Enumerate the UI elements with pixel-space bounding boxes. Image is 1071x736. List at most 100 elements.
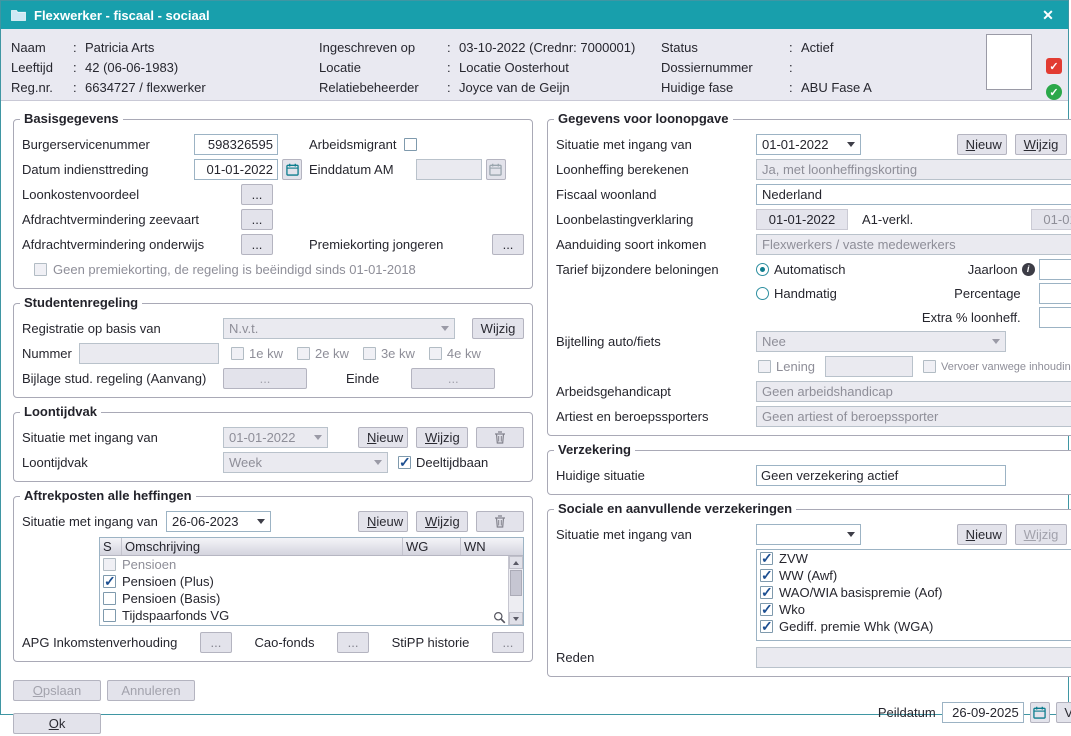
list-item-checkbox[interactable] (760, 569, 773, 582)
arbeidsgehandicapt-select[interactable]: Geen arbeidshandicap (756, 381, 1071, 402)
registratie-wijzig-button[interactable]: Wijzig (472, 318, 524, 339)
aftrek-nieuw-button[interactable]: Nieuw (358, 511, 408, 532)
header-cell-s: S (100, 538, 122, 555)
aftrek-row[interactable]: Pensioen (Plus) (100, 573, 523, 590)
aftrek-row-checkbox[interactable] (103, 575, 116, 588)
group-title-loontijdvak: Loontijdvak (20, 404, 101, 419)
info-label-regnr: Reg.nr. (11, 80, 73, 95)
extra-loonheffing-input[interactable] (1039, 307, 1071, 328)
soort-inkomen-select[interactable]: Flexwerkers / vaste medewerkers (756, 234, 1071, 255)
aftrek-wijzig-button[interactable]: Wijzig (416, 511, 468, 532)
aftrek-row[interactable]: Pensioen (Basis) (100, 590, 523, 607)
loontijdvak-delete-button[interactable] (476, 427, 524, 448)
aftrek-row[interactable]: Tijdspaarfonds VG (100, 607, 523, 624)
artiest-select[interactable]: Geen artiest of beroepssporter (756, 406, 1071, 427)
list-item-checkbox[interactable] (760, 603, 773, 616)
search-icon[interactable] (493, 611, 506, 624)
list-item-checkbox[interactable] (760, 586, 773, 599)
sociale-nieuw-button[interactable]: Nieuw (957, 524, 1007, 545)
loontijdvak-situatie-select[interactable]: 01-01-2022 (223, 427, 328, 448)
loonkostenvoordeel-button[interactable]: ... (241, 184, 273, 205)
loonheffing-label: Loonheffing berekenen (556, 162, 756, 177)
aftrek-row-checkbox[interactable] (103, 592, 116, 605)
datum-indiensttreding-input[interactable] (194, 159, 278, 180)
info-icon[interactable] (1022, 263, 1035, 276)
list-item[interactable]: Gediff. premie Whk (WGA) (757, 618, 1071, 635)
opslaan-button[interactable]: Opslaan (13, 680, 101, 701)
loontijdvak-wijzig-button[interactable]: Wijzig (416, 427, 468, 448)
automatisch-radio[interactable] (756, 263, 769, 276)
registratie-label: Registratie op basis van (22, 321, 223, 336)
percentage-input[interactable] (1039, 283, 1071, 304)
loonopgave-wijzig-button[interactable]: Wijzig (1015, 134, 1067, 155)
loonbelastingverklaring-field[interactable]: 01-01-2022 (756, 209, 848, 230)
stipp-historie-button[interactable]: ... (492, 632, 524, 653)
info-value-naam: Patricia Arts (85, 40, 154, 55)
vertical-scrollbar[interactable] (508, 556, 523, 625)
info-label-naam: Naam (11, 40, 73, 55)
loontijdvak-nieuw-button[interactable]: Nieuw (358, 427, 408, 448)
tarief-label: Tarief bijzondere beloningen (556, 262, 756, 277)
aftrek-row[interactable]: Pensioen (100, 556, 523, 573)
aftrek-situatie-select[interactable]: 26-06-2023 (166, 511, 271, 532)
loonopgave-nieuw-button[interactable]: Nieuw (957, 134, 1007, 155)
info-value-locatie: Locatie Oosterhout (459, 60, 569, 75)
close-button[interactable]: ✕ (1038, 7, 1058, 24)
bijtelling-select[interactable]: Nee (756, 331, 1006, 352)
deeltijdbaan-checkbox[interactable] (398, 456, 411, 469)
einddatum-am-label: Einddatum AM (309, 162, 394, 177)
handmatig-radio[interactable] (756, 287, 769, 300)
group-title-sociale-verzekeringen: Sociale en aanvullende verzekeringen (554, 501, 796, 516)
verversen-button[interactable]: Verversen (1056, 702, 1071, 723)
sociale-wijzig-button[interactable]: Wijzig (1015, 524, 1067, 545)
peildatum-calendar-button[interactable] (1030, 702, 1050, 723)
list-item-checkbox[interactable] (760, 620, 773, 633)
percentage-label: Percentage (954, 286, 1021, 301)
list-item[interactable]: Wko (757, 601, 1071, 618)
arbeidsmigrant-checkbox[interactable] (404, 138, 417, 151)
annuleren-button[interactable]: Annuleren (107, 680, 195, 701)
bsn-input[interactable] (194, 134, 278, 155)
scroll-up-button[interactable] (509, 556, 523, 569)
folder-icon (11, 9, 26, 21)
stipp-historie-label: StiPP historie (392, 635, 470, 650)
afdrachtvermindering-onderwijs-button[interactable]: ... (241, 234, 273, 255)
loonbelastingverklaring-label: Loonbelastingverklaring (556, 212, 756, 227)
datum-indiensttreding-calendar-button[interactable] (282, 159, 302, 180)
apg-label: APG Inkomstenverhouding (22, 635, 177, 650)
fiscaal-woonland-select[interactable]: Nederland (756, 184, 1071, 205)
registratie-select[interactable]: N.v.t. (223, 318, 455, 339)
info-label-leeftijd: Leeftijd (11, 60, 73, 75)
bijlage-aanvang-label: Bijlage stud. regeling (Aanvang) (22, 371, 223, 386)
scroll-thumb[interactable] (510, 570, 522, 596)
aftrek-row-label: Pensioen (Basis) (122, 591, 220, 606)
aftrek-row-checkbox[interactable] (103, 558, 116, 571)
cao-fonds-button[interactable]: ... (337, 632, 369, 653)
arbeidsmigrant-label: Arbeidsmigrant (309, 137, 396, 152)
premiekorting-jongeren-button[interactable]: ... (492, 234, 524, 255)
ok-button[interactable]: Ok (13, 713, 101, 734)
list-item[interactable]: WW (Awf) (757, 567, 1071, 584)
huidige-situatie-input[interactable] (756, 465, 1006, 486)
list-item[interactable]: WAO/WIA basispremie (Aof) (757, 584, 1071, 601)
loonopgave-situatie-select[interactable]: 01-01-2022 (756, 134, 861, 155)
peildatum-input[interactable] (942, 702, 1024, 723)
loontijdvak-label: Loontijdvak (22, 455, 223, 470)
aftrek-row-checkbox[interactable] (103, 609, 116, 622)
photo-placeholder (986, 34, 1032, 90)
aftrek-delete-button[interactable] (476, 511, 524, 532)
loontijdvak-select[interactable]: Week (223, 452, 388, 473)
afdrachtvermindering-zeevaart-button[interactable]: ... (241, 209, 273, 230)
verzekeringen-list: ZVW WW (Awf) WAO/WIA basispremie (Aof) W… (756, 549, 1071, 641)
loonheffing-select[interactable]: Ja, met loonheffingskorting (756, 159, 1071, 180)
sociale-situatie-select[interactable] (756, 524, 861, 545)
apg-button[interactable]: ... (200, 632, 232, 653)
info-value-regnr: 6634727 / flexwerker (85, 80, 206, 95)
list-item[interactable]: ZVW (757, 550, 1071, 567)
bijlage-einde-button: ... (411, 368, 495, 389)
list-item-checkbox[interactable] (760, 552, 773, 565)
a1-verklaring-field[interactable]: 01-01-2022 (1031, 209, 1071, 230)
bijlage-aanvang-button: ... (223, 368, 307, 389)
scroll-down-button[interactable] (509, 612, 523, 625)
jaarloon-input[interactable] (1039, 259, 1071, 280)
